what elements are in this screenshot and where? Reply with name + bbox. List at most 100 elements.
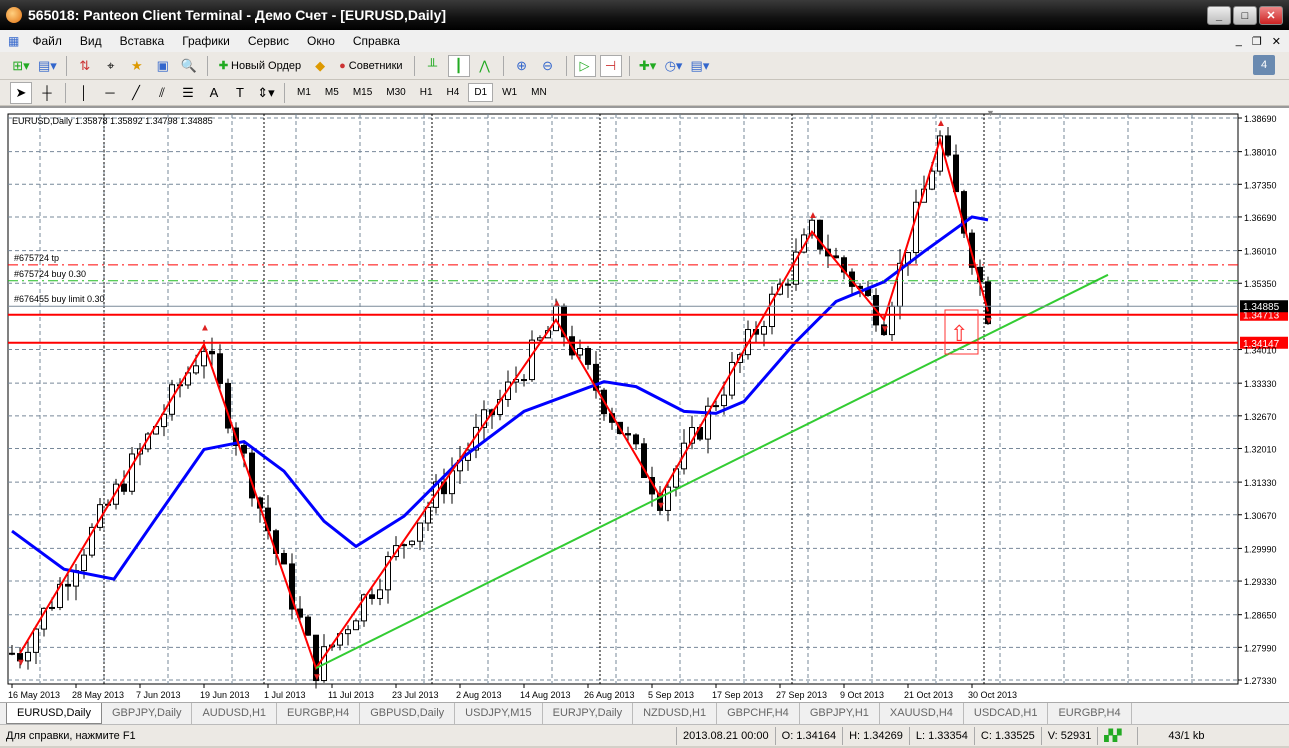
messages-button[interactable]: 4: [1253, 55, 1275, 75]
chart-tab[interactable]: XAUUSD,H4: [880, 703, 964, 724]
trendline-icon[interactable]: ╱: [125, 82, 147, 104]
timeframe-h1[interactable]: H1: [415, 84, 438, 101]
strategy-tester-icon[interactable]: 🔍: [178, 55, 200, 77]
periods-icon[interactable]: ◷▾: [663, 55, 685, 77]
data-window-icon[interactable]: ⌖: [100, 55, 122, 77]
status-high: H: 1.34269: [842, 726, 909, 745]
menu-insert[interactable]: Вставка: [111, 34, 174, 48]
crosshair-icon[interactable]: ┼: [36, 82, 58, 104]
minimize-button[interactable]: _: [1207, 6, 1231, 25]
price-tick-label: 1.38010: [1244, 148, 1277, 158]
chart-tab[interactable]: GBPCHF,H4: [717, 703, 800, 724]
terminal-icon[interactable]: ▣: [152, 55, 174, 77]
menu-file[interactable]: Файл: [23, 34, 71, 48]
bear-candle: [585, 348, 591, 365]
fractal-arrow-icon: ▼: [656, 500, 666, 511]
bar-chart-icon[interactable]: ╨: [422, 55, 444, 77]
fractal-arrow-icon: ▲: [936, 118, 946, 129]
new-order-icon: ✚: [218, 60, 229, 72]
order-label: #675724 tp: [14, 253, 59, 263]
timeframe-h4[interactable]: H4: [442, 84, 465, 101]
bear-candle: [241, 444, 247, 454]
timeframe-m30[interactable]: M30: [381, 84, 410, 101]
chart-tab[interactable]: GBPJPY,Daily: [102, 703, 193, 724]
templates-icon[interactable]: ▤▾: [689, 55, 712, 77]
menu-charts[interactable]: Графики: [173, 34, 239, 48]
warning-icon[interactable]: ◆: [309, 55, 331, 77]
bull-candle: [417, 522, 423, 542]
chart-tab[interactable]: EURUSD,Daily: [6, 703, 102, 724]
fibonacci-icon[interactable]: ☰: [177, 82, 199, 104]
line-chart-icon[interactable]: ⋀: [474, 55, 496, 77]
chart-tab[interactable]: GBPJPY,H1: [800, 703, 880, 724]
close-button[interactable]: ✕: [1259, 6, 1283, 25]
new-order-button[interactable]: ✚ Новый Ордер: [215, 55, 305, 77]
chart-tab[interactable]: EURGBP,H4: [1048, 703, 1132, 724]
autoscroll-icon[interactable]: ▷: [573, 54, 596, 77]
chart-shift-icon[interactable]: ⊣: [599, 54, 622, 77]
indicators-icon[interactable]: ✚▾: [637, 55, 659, 77]
new-chart-icon[interactable]: ⊞▾: [10, 55, 32, 77]
menu-tools[interactable]: Сервис: [239, 34, 298, 48]
timeframe-w1[interactable]: W1: [497, 84, 522, 101]
price-chart[interactable]: ▼ ▲ ▼ ▲ ▼ ▲ ▼ ▲ ▼ #675724 tp #675724 buy 0.30 #6764…: [0, 108, 1289, 704]
app-logo-icon: [6, 7, 22, 23]
horizontal-line-icon[interactable]: ─: [99, 82, 121, 104]
date-label: 26 Aug 2013: [584, 690, 635, 700]
menu-window[interactable]: Окно: [298, 34, 344, 48]
chart-window[interactable]: ▼ ▲ ▼ ▲ ▼ ▲ ▼ ▲ ▼ #675724 tp #675724 buy 0.30 #6764…: [0, 106, 1289, 702]
standard-toolbar: ⊞▾ ▤▾ ⇅ ⌖ ★ ▣ 🔍 ✚ Новый Ордер ◆ ● Советник…: [0, 52, 1289, 80]
market-watch-icon[interactable]: ⇅: [74, 55, 96, 77]
chart-minimize-button[interactable]: _: [1236, 35, 1242, 48]
chart-tab[interactable]: GBPUSD,Daily: [360, 703, 456, 724]
expert-advisor-icon: ●: [339, 59, 346, 72]
equidistant-channel-icon[interactable]: ⫽: [151, 82, 173, 104]
maximize-button[interactable]: □: [1233, 6, 1257, 25]
arrows-icon[interactable]: ⇕▾: [255, 82, 277, 104]
bear-candle: [281, 552, 287, 565]
bull-candle: [81, 554, 87, 572]
title-bar: 565018: Panteon Client Terminal - Демо С…: [0, 0, 1289, 30]
timeframe-mn[interactable]: MN: [526, 84, 552, 101]
chart-tab[interactable]: USDCAD,H1: [964, 703, 1049, 724]
navigator-icon[interactable]: ★: [126, 55, 148, 77]
chart-tab[interactable]: EURGBP,H4: [277, 703, 361, 724]
chart-tabs: EURUSD,Daily GBPJPY,Daily AUDUSD,H1 EURGBP,…: [0, 702, 1289, 724]
timeframe-m1[interactable]: M1: [292, 84, 316, 101]
bull-candle: [721, 394, 727, 407]
candlestick-chart-icon[interactable]: ┃: [447, 54, 470, 77]
traffic-status: 43/1 kb: [1137, 726, 1210, 745]
chart-tab[interactable]: EURJPY,Daily: [543, 703, 634, 724]
bear-candle: [209, 350, 215, 355]
bear-candle: [217, 353, 223, 384]
text-icon[interactable]: A: [203, 82, 225, 104]
timeframe-d1[interactable]: D1: [468, 83, 494, 102]
vertical-line-icon[interactable]: │: [73, 82, 95, 104]
timeframe-m5[interactable]: M5: [320, 84, 344, 101]
menu-help[interactable]: Справка: [344, 34, 409, 48]
bull-candle: [713, 405, 719, 408]
menu-view[interactable]: Вид: [71, 34, 111, 48]
cursor-icon[interactable]: ➤: [10, 81, 32, 104]
drawing-toolbar: ➤ ┼ │ ─ ╱ ⫽ ☰ A T ⇕▾ M1 M5 M15 M30 H1 H4…: [0, 80, 1289, 106]
price-tick-label: 1.30670: [1244, 511, 1277, 521]
profiles-icon[interactable]: ▤▾: [36, 55, 59, 77]
plot-area: [7, 113, 1239, 685]
bear-candle: [9, 652, 15, 655]
price-tick-label: 1.33330: [1244, 379, 1277, 389]
zoom-in-icon[interactable]: ⊕: [511, 55, 533, 77]
timeframe-m15[interactable]: M15: [348, 84, 377, 101]
zoom-out-icon[interactable]: ⊖: [537, 55, 559, 77]
chart-close-button[interactable]: ✕: [1272, 35, 1281, 48]
price-tick-label: 1.27990: [1244, 643, 1277, 653]
date-label: 5 Sep 2013: [648, 690, 694, 700]
experts-button[interactable]: ● Советники: [335, 55, 406, 77]
chart-restore-button[interactable]: ❐: [1252, 35, 1262, 48]
chart-tab[interactable]: USDJPY,M15: [455, 703, 543, 724]
chart-tab[interactable]: NZDUSD,H1: [633, 703, 718, 724]
fractal-arrow-icon: ▲: [808, 210, 818, 221]
chart-tab[interactable]: AUDUSD,H1: [192, 703, 278, 724]
price-tick-label: 1.37350: [1244, 180, 1277, 190]
date-label: 14 Aug 2013: [520, 690, 571, 700]
text-label-icon[interactable]: T: [229, 82, 251, 104]
